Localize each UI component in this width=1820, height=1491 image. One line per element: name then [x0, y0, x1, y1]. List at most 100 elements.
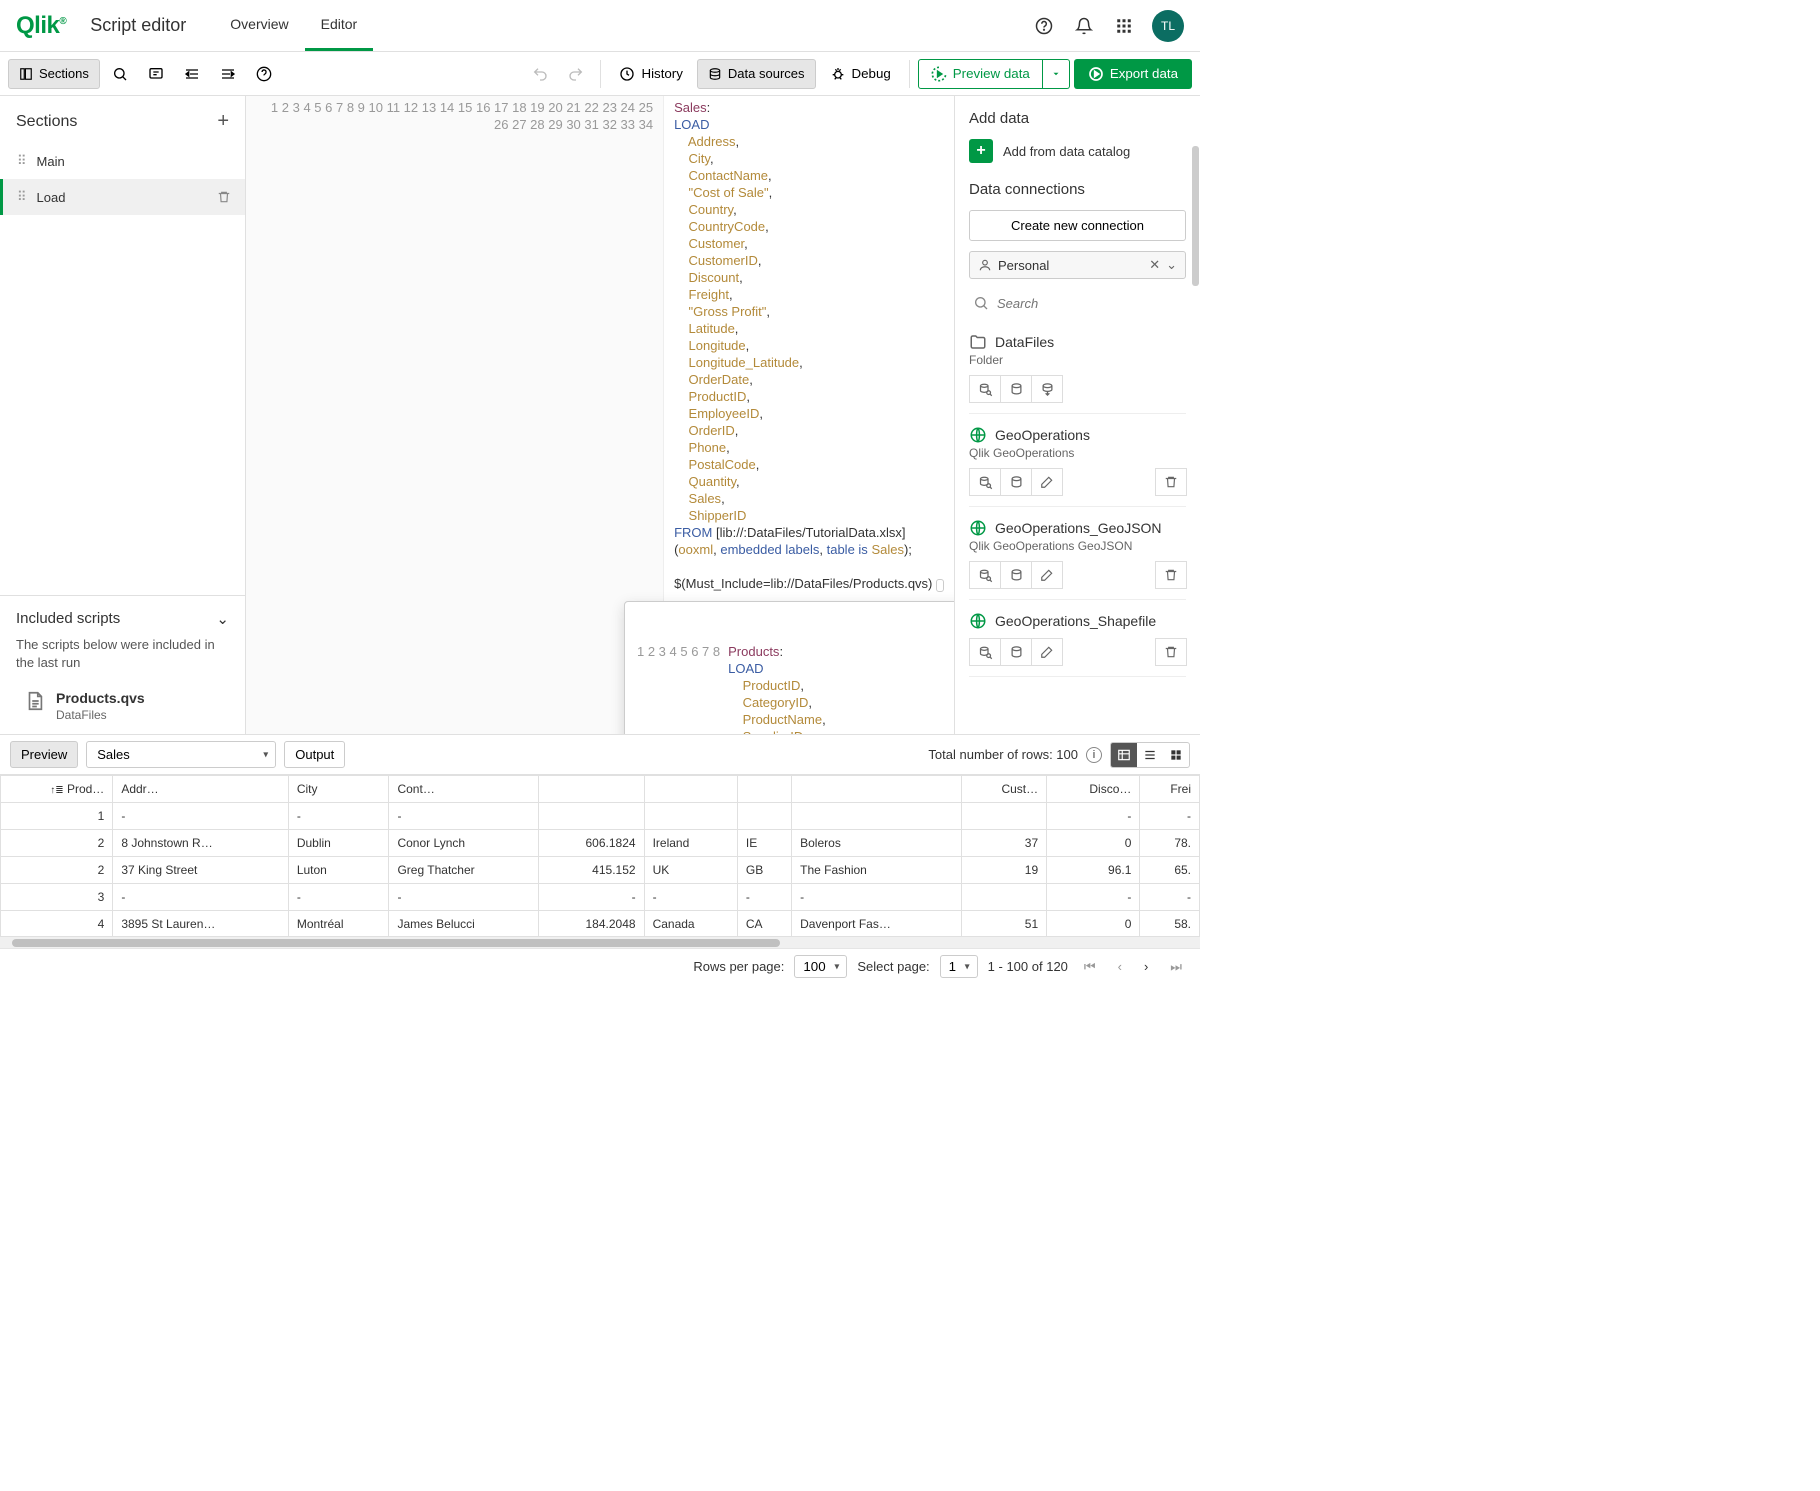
connection-item[interactable]: DataFilesFolder: [969, 327, 1186, 414]
scrollbar-thumb[interactable]: [1192, 146, 1199, 286]
avatar[interactable]: TL: [1152, 10, 1184, 42]
add-section-icon[interactable]: +: [217, 110, 229, 133]
code-editor[interactable]: 1 2 3 4 5 6 7 8 9 10 11 12 13 14 15 16 1…: [246, 96, 954, 734]
column-header[interactable]: City: [288, 776, 389, 803]
delete-connection-icon[interactable]: [1155, 468, 1187, 496]
column-header[interactable]: [792, 776, 962, 803]
bell-icon[interactable]: [1072, 14, 1096, 38]
column-header[interactable]: [737, 776, 791, 803]
main: Sections + ⠿ Main ⠿ Load Included script…: [0, 96, 1200, 734]
insert-script-icon[interactable]: [1000, 468, 1032, 496]
view-list-icon[interactable]: [1137, 743, 1163, 767]
column-header[interactable]: [538, 776, 644, 803]
data-panel: Add data + Add from data catalog Data co…: [954, 96, 1200, 734]
logo[interactable]: Qlik®: [16, 12, 66, 40]
table-select[interactable]: Sales: [86, 741, 276, 768]
connection-search[interactable]: [969, 289, 1186, 317]
insert-script-icon[interactable]: [1000, 375, 1032, 403]
preview-panel: Preview Sales ▾ Output Total number of r…: [0, 734, 1200, 984]
column-header[interactable]: Cust…: [962, 776, 1047, 803]
table-row[interactable]: 237 King StreetLutonGreg Thatcher415.152…: [1, 857, 1200, 884]
output-tab[interactable]: Output: [284, 741, 345, 768]
section-item-load[interactable]: ⠿ Load: [0, 179, 245, 215]
column-header[interactable]: Addr…: [113, 776, 289, 803]
history-button[interactable]: History: [609, 59, 692, 89]
edit-connection-icon[interactable]: [1031, 468, 1063, 496]
section-item-main[interactable]: ⠿ Main: [0, 143, 245, 179]
close-icon[interactable]: ✕: [1149, 257, 1160, 273]
column-header[interactable]: Frei: [1140, 776, 1200, 803]
column-header[interactable]: Cont…: [389, 776, 538, 803]
last-page-icon[interactable]: ⏭: [1164, 957, 1188, 977]
tab-editor[interactable]: Editor: [305, 0, 374, 51]
help-icon[interactable]: [1032, 14, 1056, 38]
data-grid[interactable]: ↑≣ Prod…Addr…CityCont… Cust…Disco…Frei1--…: [0, 775, 1200, 936]
create-connection-button[interactable]: Create new connection: [969, 210, 1186, 241]
view-grid-icon[interactable]: [1163, 743, 1189, 767]
select-data-icon[interactable]: [969, 468, 1001, 496]
connection-item[interactable]: GeoOperationsQlik GeoOperations: [969, 420, 1186, 507]
connection-filter[interactable]: Personal ✕ ⌄: [969, 251, 1186, 279]
select-data-icon[interactable]: [969, 375, 1001, 403]
table-row[interactable]: 28 Johnstown R…DublinConor Lynch606.1824…: [1, 830, 1200, 857]
add-from-catalog[interactable]: + Add from data catalog: [969, 139, 1186, 163]
chevron-down-icon[interactable]: ⌄: [1166, 257, 1177, 273]
included-script-item[interactable]: Products.qvs DataFiles: [0, 684, 245, 734]
comment-icon[interactable]: [140, 59, 172, 89]
delete-connection-icon[interactable]: [1155, 638, 1187, 666]
column-header[interactable]: Disco…: [1047, 776, 1140, 803]
table-row[interactable]: 1-----: [1, 803, 1200, 830]
preview-data-button[interactable]: Preview data: [918, 59, 1043, 89]
edit-connection-icon[interactable]: [1031, 561, 1063, 589]
info-icon[interactable]: i: [1086, 747, 1102, 763]
open-folder-icon[interactable]: [1031, 375, 1063, 403]
preview-dropdown[interactable]: [1043, 59, 1070, 89]
add-data-title: Add data: [969, 110, 1186, 127]
prev-page-icon[interactable]: ‹: [1112, 957, 1128, 976]
first-page-icon[interactable]: ⏮: [1078, 957, 1102, 977]
connection-item[interactable]: GeoOperations_Shapefile: [969, 606, 1186, 677]
tab-overview[interactable]: Overview: [214, 0, 304, 51]
search-icon[interactable]: [104, 59, 136, 89]
view-table-icon[interactable]: [1111, 743, 1137, 767]
indent-icon[interactable]: [176, 59, 208, 89]
preview-tab[interactable]: Preview: [10, 741, 78, 768]
debug-button[interactable]: Debug: [820, 59, 901, 89]
toolbar: Sections History Data sources Debug Prev…: [0, 52, 1200, 96]
data-sources-button[interactable]: Data sources: [697, 59, 816, 89]
edit-connection-icon[interactable]: [1031, 638, 1063, 666]
rows-per-page-select[interactable]: 100: [794, 955, 847, 978]
included-scripts-header[interactable]: Included scripts ⌄: [0, 595, 245, 636]
outdent-icon[interactable]: [212, 59, 244, 89]
delete-icon[interactable]: [217, 190, 231, 204]
next-page-icon[interactable]: ›: [1138, 957, 1154, 976]
redo-icon[interactable]: [560, 59, 592, 89]
drag-handle-icon[interactable]: ⠿: [17, 153, 27, 169]
connection-item[interactable]: GeoOperations_GeoJSONQlik GeoOperations …: [969, 513, 1186, 600]
select-data-icon[interactable]: [969, 561, 1001, 589]
table-row[interactable]: 43895 St Lauren…MontréalJames Belucci184…: [1, 911, 1200, 937]
pager: Rows per page: 100▾ Select page: 1▾ 1 - …: [0, 948, 1200, 984]
search-input[interactable]: [997, 296, 1182, 311]
view-toggle: [1110, 742, 1190, 768]
delete-connection-icon[interactable]: [1155, 561, 1187, 589]
insert-script-icon[interactable]: [1000, 638, 1032, 666]
data-connections-title: Data connections: [969, 181, 1186, 198]
column-header[interactable]: ↑≣ Prod…: [1, 776, 113, 803]
chevron-down-icon: ⌄: [216, 610, 229, 628]
table-row[interactable]: 3---------: [1, 884, 1200, 911]
drag-handle-icon[interactable]: ⠿: [17, 189, 27, 205]
undo-icon[interactable]: [524, 59, 556, 89]
included-desc: The scripts below were included in the l…: [0, 636, 245, 684]
grid-icon[interactable]: [1112, 14, 1136, 38]
plus-icon: +: [969, 139, 993, 163]
page-select[interactable]: 1: [940, 955, 978, 978]
select-data-icon[interactable]: [969, 638, 1001, 666]
column-header[interactable]: [644, 776, 737, 803]
export-data-button[interactable]: Export data: [1074, 59, 1192, 89]
sections-button[interactable]: Sections: [8, 59, 100, 89]
help-toolbar-icon[interactable]: [248, 59, 280, 89]
horizontal-scrollbar[interactable]: [0, 936, 1200, 948]
app-header: Qlik® Script editor Overview Editor TL: [0, 0, 1200, 52]
insert-script-icon[interactable]: [1000, 561, 1032, 589]
